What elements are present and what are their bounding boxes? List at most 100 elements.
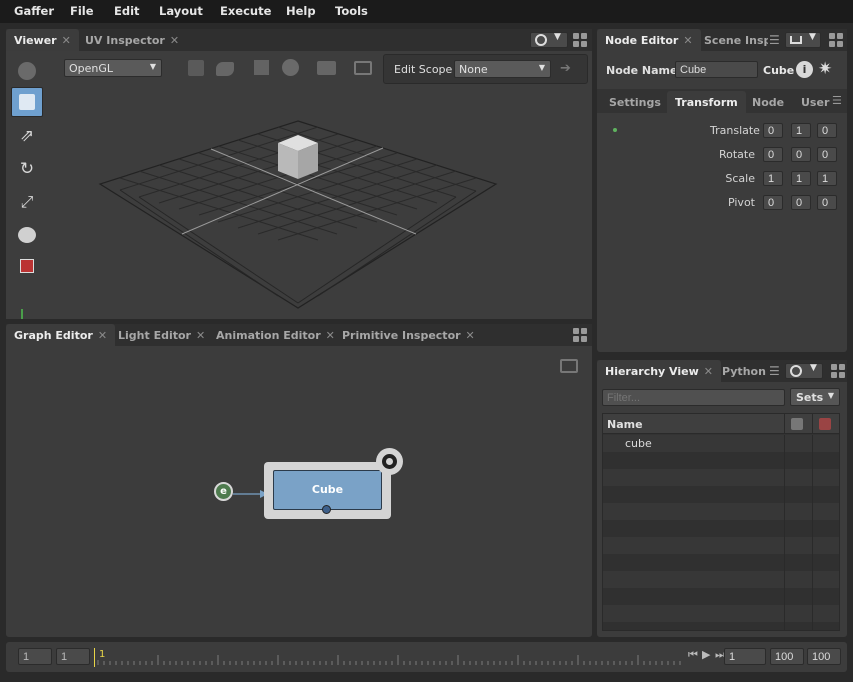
menu-execute[interactable]: Execute: [220, 4, 271, 18]
camera-tool[interactable]: [11, 220, 43, 250]
close-icon[interactable]: ✕: [466, 329, 475, 342]
close-icon[interactable]: ✕: [98, 329, 107, 342]
cube-icon[interactable]: [254, 60, 269, 75]
scale-z[interactable]: [817, 171, 837, 186]
node-editor-menu[interactable]: ▼: [785, 32, 821, 48]
tree-rows: cube: [603, 435, 839, 630]
viewer-panel: Viewer ✕ UV Inspector ✕ ▼ OpenGL ▼ Edit …: [6, 29, 592, 319]
tab-uv-inspector[interactable]: UV Inspector ✕: [77, 29, 187, 51]
node-name-label: Node Name: [606, 64, 678, 77]
select-tool[interactable]: [11, 87, 43, 117]
start-frame-input[interactable]: [18, 648, 52, 665]
sets-dropdown[interactable]: Sets ▼: [790, 388, 840, 406]
target-icon: [382, 454, 397, 469]
translate-y[interactable]: [791, 123, 811, 138]
menu-file[interactable]: File: [70, 4, 94, 18]
sphere-icon[interactable]: [282, 59, 299, 76]
subtab-transform[interactable]: Transform: [667, 91, 746, 113]
gear-icon[interactable]: ✷: [818, 59, 832, 79]
close-icon[interactable]: ✕: [683, 34, 692, 47]
close-icon[interactable]: ✕: [170, 34, 179, 47]
cube-mesh: [278, 135, 318, 179]
tab-hierarchy-view[interactable]: Hierarchy View ✕: [597, 360, 721, 382]
node-editor-panel: Node Editor ✕ Scene Inspector ☰ ▼ Node Na…: [597, 29, 847, 352]
rotate-z[interactable]: [817, 147, 837, 162]
tab-list-icon[interactable]: ☰: [769, 364, 780, 378]
tab-list-icon[interactable]: ☰: [832, 94, 842, 107]
rotate-tool[interactable]: ↻: [11, 154, 43, 184]
rotate-y[interactable]: [791, 147, 811, 162]
tab-viewer[interactable]: Viewer ✕: [6, 29, 79, 51]
rotate-x[interactable]: [763, 147, 783, 162]
menu-edit[interactable]: Edit: [114, 4, 140, 18]
pivot-x[interactable]: [763, 195, 783, 210]
translate-z[interactable]: [817, 123, 837, 138]
menu-help[interactable]: Help: [286, 4, 316, 18]
rotate-label: Rotate: [718, 148, 755, 161]
playback-start-input[interactable]: [56, 648, 90, 665]
hierarchy-panel: Hierarchy View ✕ Python ☰ ▼ Sets ▼ Name c…: [597, 360, 847, 637]
scale-y[interactable]: [791, 171, 811, 186]
scale-tool[interactable]: ⤢: [11, 187, 43, 217]
column-name-header[interactable]: Name: [607, 418, 643, 431]
menu-layout[interactable]: Layout: [159, 4, 203, 18]
subtab-node[interactable]: Node: [744, 91, 792, 113]
edit-scope-value: None: [459, 63, 488, 76]
current-frame-input[interactable]: [724, 648, 766, 665]
close-icon[interactable]: ✕: [62, 34, 71, 47]
skip-back-icon[interactable]: ⏮: [688, 648, 698, 662]
filter-input[interactable]: [602, 389, 785, 406]
camera-icon[interactable]: [317, 61, 336, 75]
tab-list-icon[interactable]: ☰: [769, 33, 780, 47]
menu-tools[interactable]: Tools: [335, 4, 368, 18]
close-icon[interactable]: ✕: [196, 329, 205, 342]
tab-scene-inspector[interactable]: Scene Inspector: [696, 29, 768, 51]
pivot-y[interactable]: [791, 195, 811, 210]
subtab-settings[interactable]: Settings: [601, 91, 669, 113]
shading-mode-icon[interactable]: [188, 60, 204, 76]
focus-badge[interactable]: [376, 448, 403, 475]
renderer-dropdown[interactable]: OpenGL ▼: [64, 59, 162, 77]
tab-python[interactable]: Python: [714, 360, 774, 382]
tree-item-cube[interactable]: cube: [625, 437, 652, 450]
pivot-z[interactable]: [817, 195, 837, 210]
translate-tool[interactable]: ⇗: [11, 121, 43, 151]
tab-node-editor[interactable]: Node Editor ✕: [597, 29, 701, 51]
scale-x[interactable]: [763, 171, 783, 186]
tab-graph-editor[interactable]: Graph Editor ✕: [6, 324, 116, 346]
layout-grid-icon[interactable]: [573, 33, 587, 47]
output-plug[interactable]: [322, 505, 331, 514]
pin-icon: [790, 36, 802, 44]
expansion-icon[interactable]: [216, 62, 234, 76]
viewer-tool-menu[interactable]: ▼: [530, 32, 568, 48]
translate-x[interactable]: [763, 123, 783, 138]
hand-tool[interactable]: [11, 56, 43, 86]
crop-window-tool[interactable]: [11, 251, 43, 281]
info-icon[interactable]: i: [796, 61, 813, 78]
play-icon[interactable]: ▶: [702, 648, 710, 661]
playback-end-input[interactable]: [770, 648, 804, 665]
cube-node[interactable]: Cube: [264, 462, 391, 519]
visibility-column-icon[interactable]: [791, 418, 803, 430]
layout-grid-icon[interactable]: [573, 328, 587, 342]
frame-slider[interactable]: 1: [94, 646, 686, 668]
tab-label: Viewer: [14, 34, 57, 47]
subtab-user[interactable]: User: [793, 91, 837, 113]
tab-light-editor[interactable]: Light Editor ✕: [110, 324, 213, 346]
grid-display-icon[interactable]: [354, 61, 372, 75]
close-icon[interactable]: ✕: [704, 365, 713, 378]
viewport[interactable]: [6, 51, 592, 319]
end-frame-input[interactable]: [807, 648, 841, 665]
tab-primitive-inspector[interactable]: Primitive Inspector ✕: [334, 324, 483, 346]
edit-scope-dropdown[interactable]: None ▼: [454, 60, 551, 78]
scale-label: Scale: [725, 172, 755, 185]
node-name-input[interactable]: [675, 61, 758, 78]
tab-animation-editor[interactable]: Animation Editor ✕: [208, 324, 343, 346]
layout-grid-icon[interactable]: [829, 33, 843, 47]
arrow-right-icon[interactable]: ➔: [560, 61, 571, 76]
layout-grid-icon[interactable]: [831, 364, 845, 378]
hierarchy-menu[interactable]: ▼: [785, 363, 823, 379]
input-plug[interactable]: e: [214, 482, 233, 501]
menu-gaffer[interactable]: Gaffer: [14, 4, 54, 18]
selection-column-icon[interactable]: [819, 418, 831, 430]
